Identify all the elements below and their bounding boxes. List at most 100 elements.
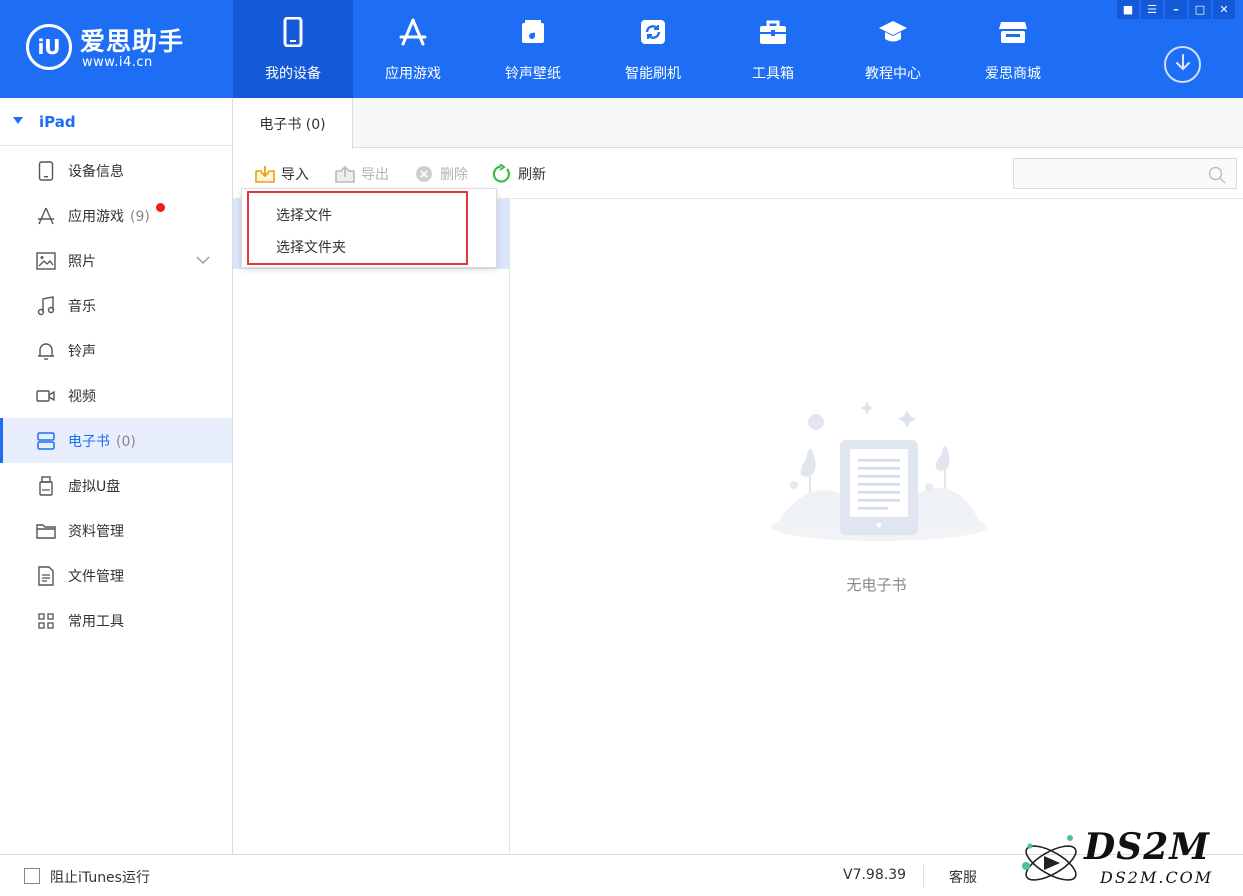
refresh-button[interactable]: 刷新 bbox=[492, 163, 546, 185]
import-icon bbox=[255, 164, 275, 184]
block-itunes-label[interactable]: 阻止iTunes运行 bbox=[50, 867, 150, 887]
sidebar-item-device-info[interactable]: 设备信息 bbox=[0, 148, 232, 193]
search-icon[interactable] bbox=[1208, 166, 1226, 188]
sidebar-item-ebooks[interactable]: 电子书 (0) bbox=[0, 418, 232, 463]
logo-name: 爱思助手 bbox=[80, 27, 185, 56]
version-text: V7.98.39 bbox=[843, 867, 907, 883]
download-button[interactable] bbox=[1164, 46, 1201, 83]
usb-drive-icon bbox=[36, 476, 56, 496]
nav-apps-games[interactable]: 应用游戏 bbox=[353, 0, 473, 98]
caret-down-icon bbox=[13, 117, 23, 124]
download-arrow-icon bbox=[1174, 53, 1192, 77]
grid-icon bbox=[36, 611, 56, 631]
nav-tutorials[interactable]: 教程中心 bbox=[833, 0, 953, 98]
nav-my-device[interactable]: 我的设备 bbox=[233, 0, 353, 98]
import-button[interactable]: 导入 bbox=[255, 163, 309, 185]
music-note-icon bbox=[517, 16, 549, 48]
close-icon[interactable]: ✕ bbox=[1213, 0, 1235, 19]
sidebar-item-label: 音乐 bbox=[68, 299, 96, 315]
nav-smart-flash[interactable]: 智能刷机 bbox=[593, 0, 713, 98]
customer-service-link[interactable]: 客服 bbox=[949, 867, 977, 887]
device-selector[interactable]: iPad bbox=[0, 98, 232, 146]
nav-label: 爱思商城 bbox=[985, 66, 1041, 82]
tab-bar: 电子书 (0) bbox=[233, 98, 1243, 149]
import-label: 导入 bbox=[281, 167, 309, 183]
sidebar-item-label: 常用工具 bbox=[68, 614, 124, 630]
sidebar-item-photos[interactable]: 照片 bbox=[0, 238, 232, 283]
bell-icon bbox=[36, 341, 56, 361]
window-controls: ■ ☰ – □ ✕ bbox=[1117, 0, 1235, 19]
tab-ebooks[interactable]: 电子书 (0) bbox=[233, 98, 353, 149]
sidebar-item-label: 虚拟U盘 bbox=[68, 479, 121, 495]
watermark-title: DS2M bbox=[1084, 826, 1211, 868]
sidebar-item-apps-games[interactable]: 应用游戏 (9) bbox=[0, 193, 232, 238]
sidebar-item-label: 视频 bbox=[68, 389, 96, 405]
item-count: (0) bbox=[116, 434, 136, 450]
sidebar-item-label: 资料管理 bbox=[68, 524, 124, 540]
sidebar-item-label: 文件管理 bbox=[68, 569, 124, 585]
menu-item-select-file[interactable]: 选择文件 bbox=[276, 205, 332, 225]
store-icon bbox=[997, 16, 1029, 48]
book-icon bbox=[36, 431, 56, 451]
delete-button[interactable]: 删除 bbox=[414, 163, 468, 185]
menu-item-select-folder[interactable]: 选择文件夹 bbox=[276, 237, 346, 257]
block-itunes-checkbox[interactable] bbox=[24, 868, 40, 884]
notification-dot bbox=[156, 203, 165, 212]
nav-store[interactable]: 爱思商城 bbox=[953, 0, 1073, 98]
nav-label: 我的设备 bbox=[265, 66, 321, 82]
nav-label: 铃声壁纸 bbox=[505, 66, 561, 82]
app-store-icon bbox=[36, 206, 56, 226]
item-count: (9) bbox=[130, 209, 150, 225]
minimize-icon[interactable]: – bbox=[1165, 0, 1187, 19]
sidebar-item-label: 电子书 (0) bbox=[68, 434, 136, 450]
menu-icon[interactable]: ☰ bbox=[1141, 0, 1163, 19]
nav-label: 应用游戏 bbox=[385, 66, 441, 82]
search-input[interactable] bbox=[1013, 158, 1237, 189]
video-camera-icon bbox=[36, 386, 56, 406]
refresh-icon bbox=[637, 16, 669, 48]
skin-icon[interactable]: ■ bbox=[1117, 0, 1139, 19]
watermark: DS2M DS2M.COM bbox=[1018, 826, 1233, 896]
sidebar-item-label: 照片 bbox=[68, 254, 96, 270]
image-icon bbox=[36, 251, 56, 271]
sidebar-item-common-tools[interactable]: 常用工具 bbox=[0, 598, 232, 643]
maximize-icon[interactable]: □ bbox=[1189, 0, 1211, 19]
toolbox-icon bbox=[757, 16, 789, 48]
export-icon bbox=[335, 164, 355, 184]
sidebar-item-virtual-udisk[interactable]: 虚拟U盘 bbox=[0, 463, 232, 508]
sidebar-item-file-management[interactable]: 文件管理 bbox=[0, 553, 232, 598]
logo-url: www.i4.cn bbox=[82, 55, 153, 70]
divider bbox=[923, 865, 924, 887]
nav-label: 工具箱 bbox=[752, 66, 794, 82]
app-logo: iU 爱思助手 www.i4.cn bbox=[26, 22, 226, 74]
nav-toolbox[interactable]: 工具箱 bbox=[713, 0, 833, 98]
nav-label: 智能刷机 bbox=[625, 66, 681, 82]
delete-icon bbox=[414, 164, 434, 184]
export-button[interactable]: 导出 bbox=[335, 163, 389, 185]
chevron-down-icon[interactable] bbox=[196, 253, 210, 269]
sidebar-item-label: 设备信息 bbox=[68, 164, 124, 180]
watermark-url: DS2M.COM bbox=[1100, 868, 1214, 887]
top-header: iU 爱思助手 www.i4.cn 我的设备 应用游戏 铃声壁纸 智能刷机 工具… bbox=[0, 0, 1243, 98]
sidebar-item-label: 应用游戏 (9) bbox=[68, 209, 150, 225]
export-label: 导出 bbox=[361, 167, 389, 183]
folder-icon bbox=[36, 521, 56, 541]
graduation-cap-icon bbox=[877, 16, 909, 48]
empty-ebook-illustration bbox=[768, 397, 990, 557]
logo-badge: iU bbox=[26, 24, 72, 70]
nav-label: 教程中心 bbox=[865, 66, 921, 82]
empty-state-text: 无电子书 bbox=[846, 576, 907, 594]
sidebar-item-data-management[interactable]: 资料管理 bbox=[0, 508, 232, 553]
ebook-list[interactable] bbox=[233, 199, 510, 854]
sidebar-item-label: 铃声 bbox=[68, 344, 96, 360]
music-note-icon bbox=[36, 296, 56, 316]
device-name: iPad bbox=[39, 113, 76, 131]
tablet-icon bbox=[36, 161, 56, 181]
sidebar-item-ringtones[interactable]: 铃声 bbox=[0, 328, 232, 373]
delete-label: 删除 bbox=[440, 167, 468, 183]
sidebar-item-video[interactable]: 视频 bbox=[0, 373, 232, 418]
sidebar-item-music[interactable]: 音乐 bbox=[0, 283, 232, 328]
main-nav: 我的设备 应用游戏 铃声壁纸 智能刷机 工具箱 教程中心 爱思商城 bbox=[233, 0, 1073, 98]
app-store-icon bbox=[397, 16, 429, 48]
nav-ringtones-wallpaper[interactable]: 铃声壁纸 bbox=[473, 0, 593, 98]
